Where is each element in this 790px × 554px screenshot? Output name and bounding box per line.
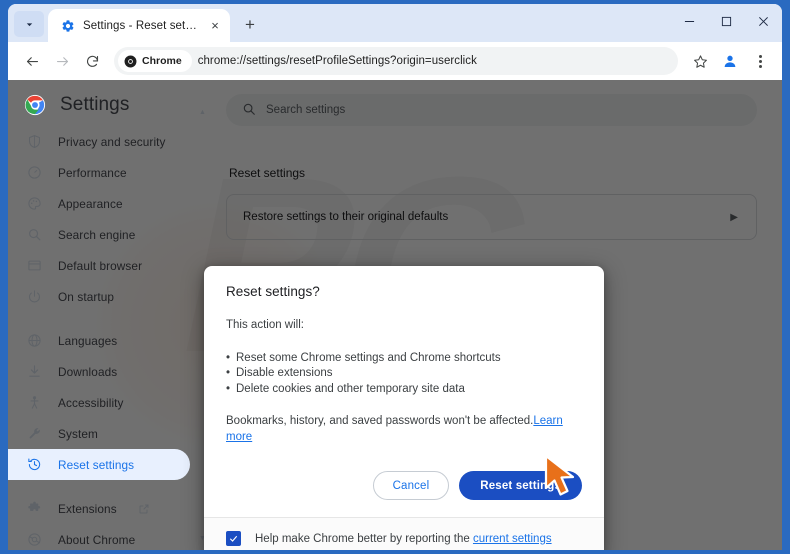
- power-icon: [26, 288, 43, 305]
- sidebar-item-on-startup[interactable]: On startup: [8, 281, 190, 312]
- sidebar-item-reset-settings[interactable]: Reset settings: [8, 449, 190, 480]
- maximize-icon[interactable]: [708, 4, 745, 38]
- sidebar-item-label: Search engine: [58, 227, 136, 242]
- checkmark-icon: [229, 535, 238, 542]
- palette-icon: [26, 195, 43, 212]
- browser-window: Settings - Reset settings × + Chrome chr…: [8, 4, 782, 550]
- dialog-bullet-list: Reset some Chrome settings and Chrome sh…: [226, 351, 582, 399]
- close-icon[interactable]: ×: [206, 17, 224, 35]
- menu-icon[interactable]: [746, 47, 774, 75]
- sidebar-item-search-engine[interactable]: Search engine: [8, 219, 190, 250]
- window-controls: [671, 4, 782, 38]
- list-item: Reset some Chrome settings and Chrome sh…: [226, 351, 582, 367]
- nav-divider: [8, 480, 208, 493]
- sidebar-item-label: On startup: [58, 289, 115, 304]
- sidebar-item-label: Extensions: [58, 501, 117, 516]
- sidebar-item-privacy-and-security[interactable]: Privacy and security: [8, 126, 190, 157]
- bookmark-star-icon[interactable]: [686, 47, 714, 75]
- speedometer-icon: [26, 164, 43, 181]
- sidebar-item-label: Accessibility: [58, 395, 124, 410]
- new-tab-button[interactable]: +: [236, 11, 264, 39]
- avatar[interactable]: [716, 47, 744, 75]
- sidebar-item-accessibility[interactable]: Accessibility: [8, 387, 190, 418]
- tab-title: Settings - Reset settings: [83, 19, 198, 32]
- history-icon: [26, 456, 43, 473]
- back-icon[interactable]: [18, 47, 46, 75]
- external-link-icon: [138, 503, 150, 515]
- chrome-chip: Chrome: [118, 50, 192, 72]
- browser-window-icon: [26, 257, 43, 274]
- shield-icon: [26, 133, 43, 150]
- settings-sidebar: Settings Privacy and security Performanc…: [8, 80, 208, 550]
- close-window-icon[interactable]: [745, 4, 782, 38]
- scroll-up-icon[interactable]: ▲: [199, 108, 206, 118]
- accessibility-icon: [26, 394, 43, 411]
- sidebar-item-default-browser[interactable]: Default browser: [8, 250, 190, 281]
- sidebar-item-label: Default browser: [58, 258, 143, 273]
- dialog-actions: Cancel Reset settings: [204, 453, 604, 517]
- dialog-title: Reset settings?: [226, 284, 320, 299]
- chrome-outline-icon: [26, 531, 43, 548]
- forward-icon[interactable]: [48, 47, 76, 75]
- sidebar-item-label: Appearance: [58, 196, 123, 211]
- page-content: PC Search settings Reset settings Restor…: [8, 80, 782, 550]
- sidebar-item-label: Performance: [58, 165, 127, 180]
- sidebar-item-label: System: [58, 426, 98, 441]
- sidebar-item-label: About Chrome: [58, 532, 136, 547]
- sidebar-item-languages[interactable]: Languages: [8, 325, 190, 356]
- chrome-logo-icon: [124, 55, 137, 67]
- download-icon: [26, 363, 43, 380]
- puzzle-icon: [26, 500, 43, 517]
- reset-settings-dialog: Reset settings? This action will: Reset …: [204, 266, 604, 550]
- sidebar-item-performance[interactable]: Performance: [8, 157, 190, 188]
- cancel-button[interactable]: Cancel: [372, 471, 450, 501]
- dialog-body: Reset settings? This action will: Reset …: [204, 266, 604, 453]
- dialog-note-text: Bookmarks, history, and saved passwords …: [226, 415, 534, 428]
- settings-header: Settings: [8, 84, 208, 126]
- browser-toolbar: Chrome chrome://settings/resetProfileSet…: [8, 42, 782, 80]
- browser-tab[interactable]: Settings - Reset settings ×: [48, 9, 230, 42]
- gear-icon: [60, 18, 75, 33]
- checkbox-text: Help make Chrome better by reporting the: [255, 532, 473, 545]
- list-item: Disable extensions: [226, 366, 582, 382]
- tab-strip: Settings - Reset settings × +: [8, 4, 782, 42]
- sidebar-item-appearance[interactable]: Appearance: [8, 188, 190, 219]
- dialog-intro: This action will:: [226, 319, 304, 331]
- sidebar-item-label: Languages: [58, 333, 118, 348]
- list-item: Delete cookies and other temporary site …: [226, 382, 582, 398]
- sidebar-item-label: Downloads: [58, 364, 118, 379]
- globe-icon: [26, 332, 43, 349]
- reset-settings-button[interactable]: Reset settings: [459, 471, 582, 501]
- minimize-icon[interactable]: [671, 4, 708, 38]
- current-settings-link[interactable]: current settings: [473, 533, 552, 545]
- wrench-icon: [26, 425, 43, 442]
- dialog-note: Bookmarks, history, and saved passwords …: [226, 414, 582, 445]
- dialog-checkbox-label: Help make Chrome better by reporting the…: [255, 533, 552, 545]
- sidebar-item-extensions[interactable]: Extensions: [8, 493, 190, 524]
- report-settings-checkbox[interactable]: [226, 531, 241, 547]
- sidebar-item-label: Privacy and security: [58, 134, 166, 149]
- chrome-chip-label: Chrome: [142, 55, 182, 67]
- tab-search-icon[interactable]: [14, 11, 44, 37]
- address-bar[interactable]: Chrome chrome://settings/resetProfileSet…: [114, 47, 678, 75]
- dialog-reporting-row: Help make Chrome better by reporting the…: [204, 517, 604, 550]
- sidebar-item-downloads[interactable]: Downloads: [8, 356, 190, 387]
- chrome-logo-icon: [24, 94, 46, 116]
- sidebar-item-system[interactable]: System: [8, 418, 190, 449]
- magnifier-icon: [26, 226, 43, 243]
- nav-divider: [8, 312, 208, 325]
- reload-icon[interactable]: [78, 47, 106, 75]
- address-bar-url: chrome://settings/resetProfileSettings?o…: [197, 55, 477, 67]
- sidebar-item-about-chrome[interactable]: About Chrome: [8, 524, 190, 550]
- page-title: Settings: [60, 94, 130, 115]
- sidebar-item-label: Reset settings: [58, 457, 135, 472]
